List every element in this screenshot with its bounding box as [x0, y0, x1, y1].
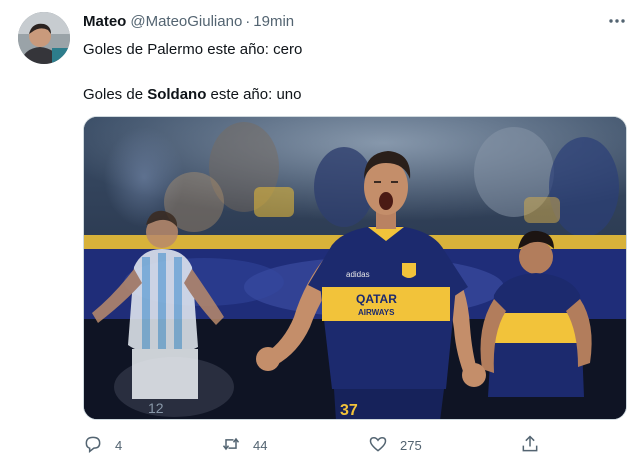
- retweet-icon: [221, 434, 241, 457]
- like-count: 275: [400, 437, 422, 453]
- jersey-brand: adidas: [346, 270, 370, 279]
- tweet-header: Mateo @MateoGiuliano · 19min: [83, 13, 294, 35]
- more-icon[interactable]: [606, 10, 628, 32]
- tweet-photo[interactable]: 12 QATAR AIRWAYS adidas 37: [83, 116, 627, 420]
- avatar[interactable]: [18, 12, 70, 64]
- player-number: 37: [340, 402, 358, 419]
- text-suffix: este año: uno: [206, 86, 302, 103]
- display-name[interactable]: Mateo: [83, 13, 126, 30]
- tweet-card[interactable]: Mateo @MateoGiuliano · 19min Goles de Pa…: [0, 0, 632, 470]
- user-handle[interactable]: @MateoGiuliano: [130, 13, 242, 30]
- text-prefix: Goles de: [83, 86, 148, 103]
- tweet-text-line-2: Goles de Soldano este año: uno: [83, 86, 301, 103]
- reply-count: 4: [115, 437, 123, 453]
- separator-dot: ·: [245, 13, 251, 30]
- reply-icon: [83, 434, 103, 457]
- club-badge: [402, 263, 416, 278]
- retweet-count: 44: [253, 437, 268, 453]
- timestamp[interactable]: 19min: [253, 13, 294, 30]
- like-button[interactable]: 275: [368, 428, 422, 462]
- share-button[interactable]: [520, 428, 540, 462]
- sponsor-line-2: AIRWAYS: [358, 308, 395, 317]
- share-icon: [520, 434, 540, 457]
- like-icon: [368, 434, 388, 457]
- sponsor-line-1: QATAR: [356, 292, 397, 306]
- text-bold-name: Soldano: [147, 86, 207, 103]
- photo-scene: 12 QATAR AIRWAYS adidas 37: [84, 117, 626, 419]
- retweet-button[interactable]: 44: [221, 428, 267, 462]
- tweet-text-line-1: Goles de Palermo este año: cero: [83, 41, 303, 58]
- action-bar: 4 44 275: [83, 428, 553, 462]
- reply-button[interactable]: 4: [83, 428, 122, 462]
- opponent-number: 12: [148, 400, 164, 416]
